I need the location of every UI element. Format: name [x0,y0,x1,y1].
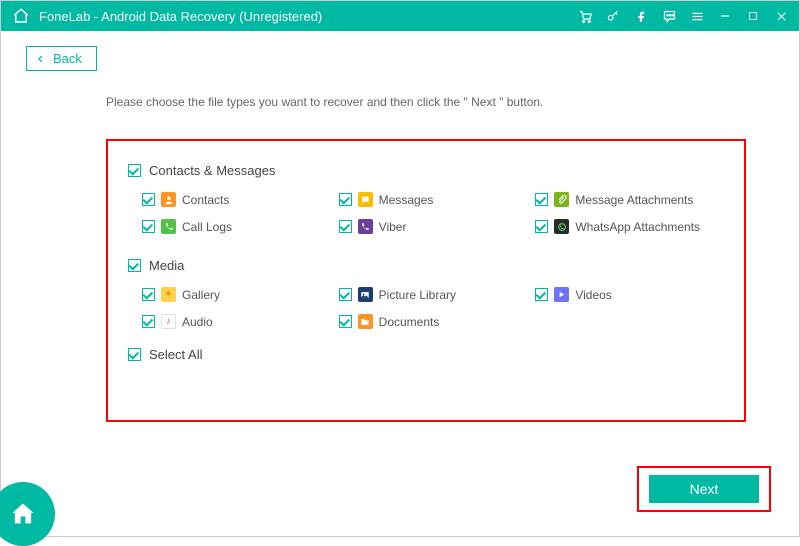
group-label-contacts: Contacts & Messages [149,163,275,178]
item-label: Message Attachments [575,193,693,207]
checkbox-message-attachments[interactable] [535,193,548,206]
select-all-label: Select All [149,347,202,362]
messages-icon [358,192,373,207]
content-area: Back Please choose the file types you wa… [1,31,799,536]
back-button[interactable]: Back [26,46,97,71]
whatsapp-attachments-icon [554,219,569,234]
checkbox-viber[interactable] [339,220,352,233]
item-label: Messages [379,193,434,207]
item-label: Documents [379,315,440,329]
item-viber[interactable]: Viber [339,219,528,234]
group-header-contacts[interactable]: Contacts & Messages [128,163,724,178]
file-type-selection: Contacts & Messages Contacts Messages Me… [106,139,746,422]
checkbox-documents[interactable] [339,315,352,328]
group-items-media: ✦ Gallery Picture Library Videos ♪ Audio [142,287,724,329]
checkbox-select-all[interactable] [128,348,141,361]
checkbox-picture-library[interactable] [339,288,352,301]
viber-icon [358,219,373,234]
menu-icon[interactable] [689,8,705,24]
checkbox-gallery[interactable] [142,288,155,301]
item-label: Contacts [182,193,229,207]
item-label: Call Logs [182,220,232,234]
item-label: Videos [575,288,611,302]
item-picture-library[interactable]: Picture Library [339,287,528,302]
floating-home-button[interactable] [0,482,55,546]
item-label: WhatsApp Attachments [575,220,700,234]
minimize-icon[interactable] [717,8,733,24]
message-attachments-icon [554,192,569,207]
feedback-icon[interactable] [661,8,677,24]
checkbox-audio[interactable] [142,315,155,328]
facebook-icon[interactable] [633,8,649,24]
checkbox-group-contacts[interactable] [128,164,141,177]
titlebar-actions [577,8,789,24]
item-gallery[interactable]: ✦ Gallery [142,287,331,302]
checkbox-call-logs[interactable] [142,220,155,233]
group-items-contacts: Contacts Messages Message Attachments Ca… [142,192,724,234]
next-button[interactable]: Next [649,475,759,503]
checkbox-videos[interactable] [535,288,548,301]
item-audio[interactable]: ♪ Audio [142,314,331,329]
videos-icon [554,287,569,302]
instruction-text: Please choose the file types you want to… [106,95,774,109]
checkbox-whatsapp-attachments[interactable] [535,220,548,233]
item-label: Audio [182,315,213,329]
item-messages[interactable]: Messages [339,192,528,207]
back-arrow-icon [35,52,47,66]
home-icon [9,500,37,528]
maximize-icon[interactable] [745,8,761,24]
checkbox-group-media[interactable] [128,259,141,272]
item-contacts[interactable]: Contacts [142,192,331,207]
key-icon[interactable] [605,8,621,24]
item-videos[interactable]: Videos [535,287,724,302]
group-header-media[interactable]: Media [128,258,724,273]
picture-library-icon [358,287,373,302]
home-outline-icon[interactable] [11,6,31,26]
select-all-row[interactable]: Select All [128,347,724,362]
cart-icon[interactable] [577,8,593,24]
item-label: Gallery [182,288,220,302]
next-highlight: Next [637,466,771,512]
window-title: FoneLab - Android Data Recovery (Unregis… [39,9,577,24]
checkbox-messages[interactable] [339,193,352,206]
item-documents[interactable]: Documents [339,314,528,329]
documents-icon [358,314,373,329]
gallery-icon: ✦ [161,287,176,302]
group-label-media: Media [149,258,184,273]
call-logs-icon [161,219,176,234]
titlebar: FoneLab - Android Data Recovery (Unregis… [1,1,799,31]
item-whatsapp-attachments[interactable]: WhatsApp Attachments [535,219,724,234]
contacts-icon [161,192,176,207]
item-label: Viber [379,220,407,234]
item-call-logs[interactable]: Call Logs [142,219,331,234]
item-message-attachments[interactable]: Message Attachments [535,192,724,207]
checkbox-contacts[interactable] [142,193,155,206]
close-icon[interactable] [773,8,789,24]
back-label: Back [53,51,82,66]
audio-icon: ♪ [161,314,176,329]
item-label: Picture Library [379,288,456,302]
